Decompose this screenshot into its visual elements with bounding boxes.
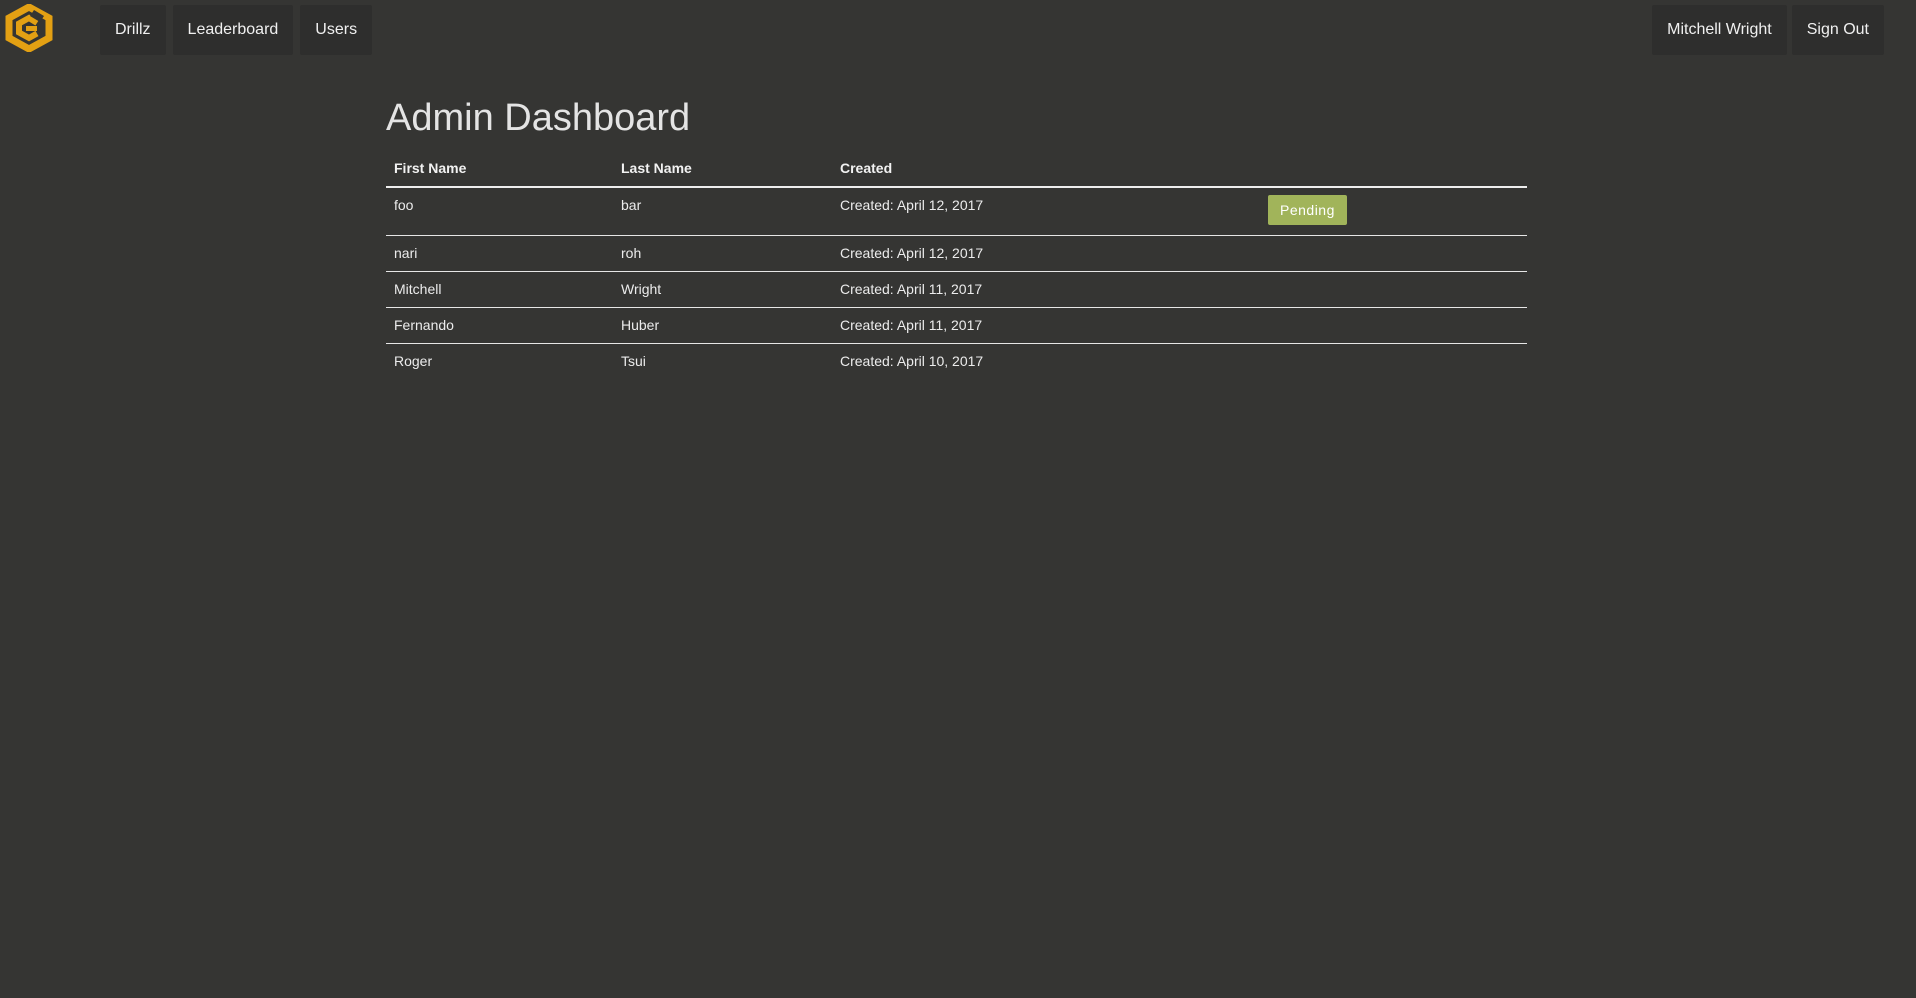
- cell-first-name: foo: [394, 197, 414, 213]
- hexagon-logo-icon[interactable]: [4, 3, 54, 53]
- table-row: Mitchell Wright Created: April 11, 2017: [386, 271, 1527, 308]
- nav-drillz-link[interactable]: Drillz: [100, 5, 166, 55]
- header-first-name: First Name: [386, 152, 613, 188]
- top-navbar: Drillz Leaderboard Users Mitchell Wright…: [0, 0, 1916, 66]
- users-table: First Name Last Name Created foo bar Cre…: [386, 152, 1527, 379]
- nav-users-link[interactable]: Users: [300, 5, 373, 55]
- cell-last-name: Tsui: [613, 343, 832, 379]
- header-last-name: Last Name: [613, 152, 832, 188]
- account-nav: Mitchell Wright Sign Out: [1652, 5, 1884, 55]
- cell-status: [1260, 271, 1527, 308]
- table-row: foo bar Created: April 12, 2017 Pending: [386, 187, 1527, 236]
- cell-created: Created: April 12, 2017: [840, 197, 984, 213]
- admin-dashboard: Admin Dashboard First Name Last Name Cre…: [386, 90, 1527, 379]
- main-nav: Drillz Leaderboard Users: [100, 5, 373, 55]
- pending-button[interactable]: Pending: [1268, 195, 1347, 225]
- cell-created: Created: April 11, 2017: [832, 271, 1260, 308]
- cell-first-name: Mitchell: [386, 271, 613, 308]
- cell-status: [1260, 307, 1527, 344]
- cell-first-name: nari: [386, 235, 613, 272]
- table-header-row: First Name Last Name Created: [386, 152, 1527, 188]
- table-row: Fernando Huber Created: April 11, 2017: [386, 307, 1527, 344]
- cell-status: [1260, 235, 1527, 272]
- cell-status: Pending: [1260, 187, 1527, 236]
- page-title: Admin Dashboard: [386, 97, 691, 139]
- sign-out-button[interactable]: Sign Out: [1791, 5, 1884, 55]
- cell-last-name: bar: [621, 197, 642, 213]
- cell-first-name: Fernando: [386, 307, 613, 344]
- cell-status: [1260, 343, 1527, 379]
- cell-created: Created: April 10, 2017: [832, 343, 1260, 379]
- cell-last-name: Huber: [613, 307, 832, 344]
- cell-last-name: Wright: [613, 271, 832, 308]
- nav-leaderboard-link[interactable]: Leaderboard: [172, 5, 294, 55]
- header-created: Created: [832, 152, 1260, 188]
- cell-created: Created: April 11, 2017: [832, 307, 1260, 344]
- cell-last-name: roh: [613, 235, 832, 272]
- current-user-link[interactable]: Mitchell Wright: [1652, 5, 1787, 55]
- table-row: Roger Tsui Created: April 10, 2017: [386, 343, 1527, 379]
- table-row: nari roh Created: April 12, 2017: [386, 235, 1527, 272]
- cell-created: Created: April 12, 2017: [832, 235, 1260, 272]
- header-status: [1260, 152, 1527, 188]
- cell-first-name: Roger: [386, 343, 613, 379]
